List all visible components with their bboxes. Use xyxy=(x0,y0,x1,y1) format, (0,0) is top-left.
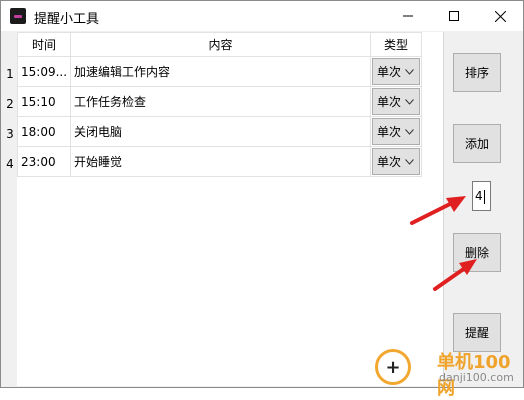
time-cell[interactable]: 23:00 xyxy=(16,146,72,177)
maximize-icon xyxy=(449,11,459,21)
time-cell[interactable]: 15:09... xyxy=(16,56,72,87)
app-icon xyxy=(10,8,26,24)
row-number[interactable]: 1 xyxy=(3,67,17,81)
type-value: 单次 xyxy=(377,155,402,169)
app-window: 提醒小工具 1 2 3 4 时间 内容 类型 15:09... 加速编辑工作内容… xyxy=(0,0,524,399)
table-row[interactable]: 18:00 关闭电脑 单次 xyxy=(16,116,423,147)
type-dropdown[interactable]: 单次 xyxy=(372,148,421,175)
row-index-input[interactable]: 4 xyxy=(472,181,491,211)
column-header-content[interactable]: 内容 xyxy=(70,32,372,57)
table-row[interactable]: 15:09... 加速编辑工作内容 单次 xyxy=(16,56,423,87)
watermark-url: danji100.com xyxy=(439,371,514,384)
red-arrow-annotation-icon xyxy=(410,196,466,225)
row-number[interactable]: 2 xyxy=(3,97,17,111)
row-header-column: 1 2 3 4 xyxy=(3,32,17,386)
row-index-value: 4 xyxy=(475,189,483,203)
chevron-down-icon xyxy=(405,68,414,75)
chevron-down-icon xyxy=(405,98,414,105)
chevron-down-icon xyxy=(405,128,414,135)
maximize-button[interactable] xyxy=(431,1,477,31)
watermark-plus-icon: + xyxy=(375,349,411,385)
text-caret xyxy=(483,189,485,204)
type-cell: 单次 xyxy=(370,146,423,177)
content-cell[interactable]: 开始睡觉 xyxy=(70,146,372,177)
type-dropdown[interactable]: 单次 xyxy=(372,118,421,145)
column-header-type[interactable]: 类型 xyxy=(370,32,423,57)
type-value: 单次 xyxy=(377,95,402,109)
row-number[interactable]: 4 xyxy=(3,157,17,171)
time-cell[interactable]: 15:10 xyxy=(16,86,72,117)
type-value: 单次 xyxy=(377,125,402,139)
time-cell[interactable]: 18:00 xyxy=(16,116,72,147)
chevron-down-icon xyxy=(405,158,414,165)
watermark-logo: + 单机100网 danji100.com xyxy=(373,343,524,399)
type-cell: 单次 xyxy=(370,56,423,87)
minimize-button[interactable] xyxy=(385,1,431,31)
type-cell: 单次 xyxy=(370,86,423,117)
type-dropdown[interactable]: 单次 xyxy=(372,88,421,115)
close-button[interactable] xyxy=(477,1,523,31)
content-cell[interactable]: 关闭电脑 xyxy=(70,116,372,147)
reminder-table: 时间 内容 类型 15:09... 加速编辑工作内容 单次 15:10 工作任务… xyxy=(16,32,423,177)
type-dropdown[interactable]: 单次 xyxy=(372,58,421,85)
row-number[interactable]: 3 xyxy=(3,127,17,141)
title-bar[interactable]: 提醒小工具 xyxy=(1,1,523,31)
minimize-icon xyxy=(403,15,413,17)
content-cell[interactable]: 工作任务检查 xyxy=(70,86,372,117)
table-row[interactable]: 15:10 工作任务检查 单次 xyxy=(16,86,423,117)
table-row[interactable]: 23:00 开始睡觉 单次 xyxy=(16,146,423,177)
type-value: 单次 xyxy=(377,65,402,79)
header-row: 时间 内容 类型 xyxy=(16,32,423,57)
add-button[interactable]: 添加 xyxy=(453,124,501,163)
window-title: 提醒小工具 xyxy=(34,12,100,27)
red-arrow-annotation-icon xyxy=(433,259,477,291)
type-cell: 单次 xyxy=(370,116,423,147)
close-icon xyxy=(494,10,506,22)
content-cell[interactable]: 加速编辑工作内容 xyxy=(70,56,372,87)
reminder-grid[interactable]: 1 2 3 4 时间 内容 类型 15:09... 加速编辑工作内容 单次 15… xyxy=(3,32,444,386)
sort-button[interactable]: 排序 xyxy=(453,53,501,92)
column-header-time[interactable]: 时间 xyxy=(16,32,72,57)
